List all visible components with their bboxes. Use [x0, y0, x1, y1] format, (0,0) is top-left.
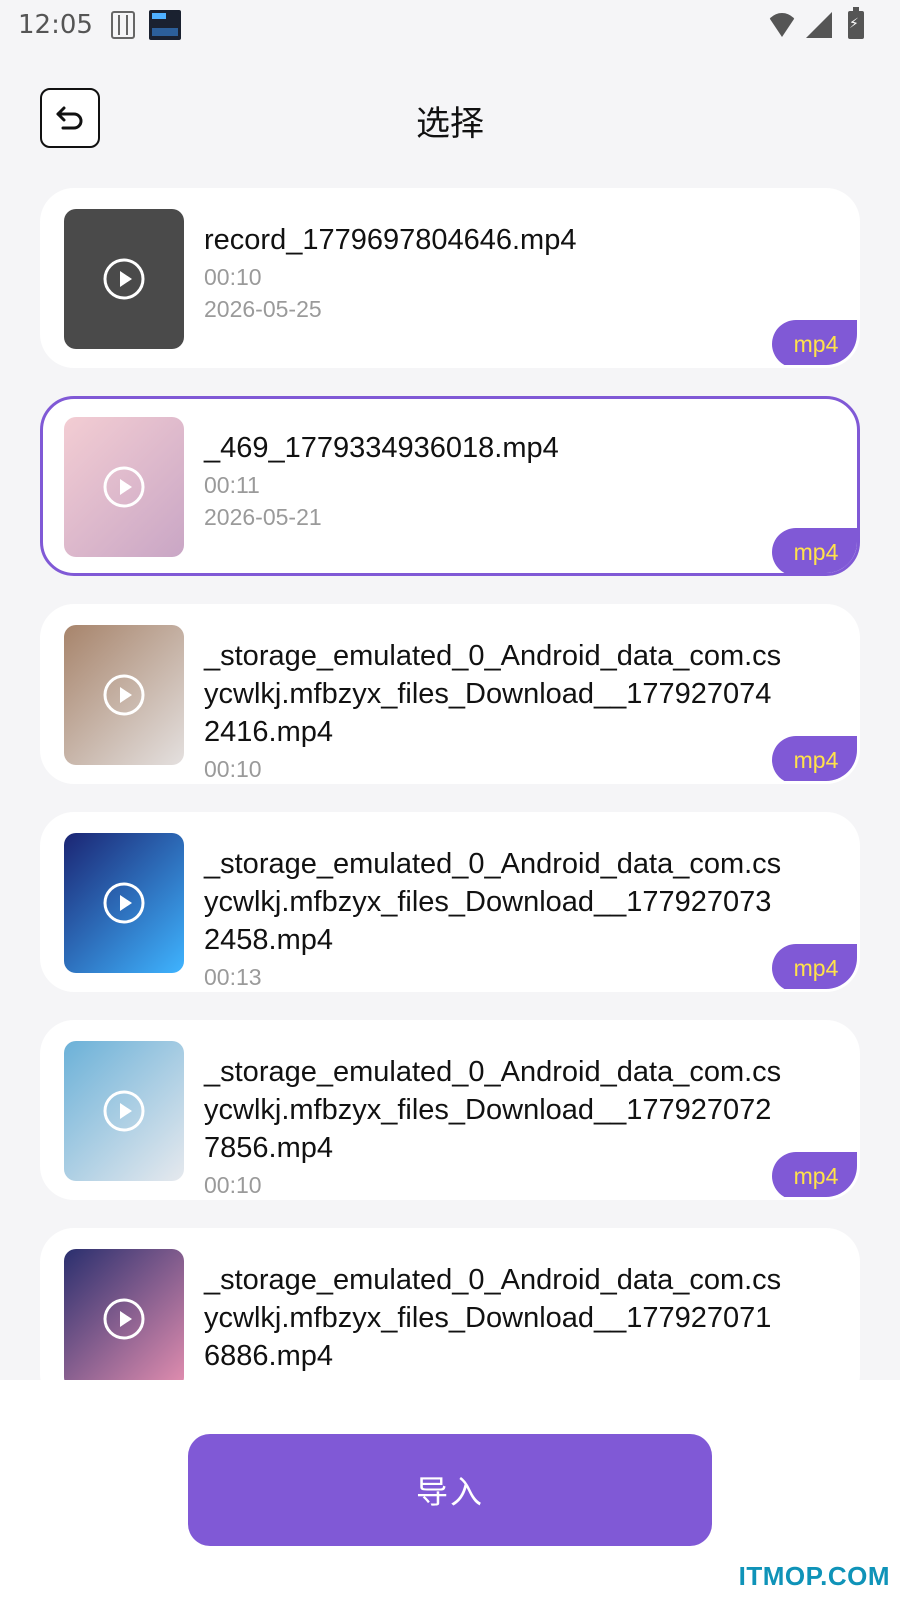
video-item[interactable]: _469_1779334936018.mp4 00:11 2026-05-21 mp4 [40, 396, 860, 576]
video-file-name: _storage_emulated_0_Android_data_com.csy… [204, 1264, 782, 1372]
video-duration: 00:10 [204, 756, 262, 782]
video-thumbnail [64, 625, 184, 765]
video-date: 2026-05-21 [204, 504, 322, 530]
video-file-name: _469_1779334936018.mp4 [204, 432, 559, 464]
video-file-name: record_1779697804646.mp4 [204, 224, 577, 256]
video-duration: 00:10 [204, 264, 262, 290]
play-icon [103, 1090, 145, 1132]
status-bar: 12:05 [0, 0, 900, 50]
video-item[interactable]: _storage_emulated_0_Android_data_com.csy… [40, 1020, 860, 1200]
video-thumbnail [64, 417, 184, 557]
bottom-bar: 导入 ITMOP.COM [0, 1380, 900, 1600]
video-thumbnail [64, 1249, 184, 1380]
page-title: 选择 [416, 104, 484, 144]
wifi-icon [766, 13, 798, 37]
video-file-name: _storage_emulated_0_Android_data_com.csy… [204, 640, 782, 748]
battery-charging-icon [848, 7, 864, 39]
system-icons [766, 7, 864, 39]
play-icon [103, 882, 145, 924]
sim-card-icon [110, 11, 135, 39]
video-file-name: _storage_emulated_0_Android_data_com.csy… [204, 1056, 782, 1164]
video-thumbnail [64, 1041, 184, 1181]
video-thumbnail [64, 833, 184, 973]
header: 选择 [0, 86, 900, 148]
video-item[interactable]: record_1779697804646.mp4 00:10 2026-05-25 m… [40, 188, 860, 368]
format-badge: mp4 [772, 736, 857, 781]
play-icon [103, 258, 145, 300]
format-badge: mp4 [772, 320, 857, 365]
video-item[interactable]: _storage_emulated_0_Android_data_com.csy… [40, 812, 860, 992]
watermark: ITMOP.COM [738, 1561, 890, 1591]
video-duration: 00:13 [204, 964, 262, 990]
video-thumbnail [64, 209, 184, 349]
video-list[interactable]: record_1779697804646.mp4 00:10 2026-05-25 m… [40, 188, 860, 1380]
play-icon [103, 1298, 145, 1340]
app-notification-icon [148, 10, 181, 40]
video-item[interactable]: _storage_emulated_0_Android_data_com.csy… [40, 1228, 860, 1380]
video-item[interactable]: _storage_emulated_0_Android_data_com.csy… [40, 604, 860, 784]
status-time: 12:05 [18, 10, 93, 40]
video-duration: 00:11 [204, 472, 260, 498]
notification-icons [110, 10, 181, 40]
video-duration: 00:10 [204, 1172, 262, 1198]
video-file-name: _storage_emulated_0_Android_data_com.csy… [204, 848, 782, 956]
play-icon [103, 674, 145, 716]
import-button[interactable]: 导入 [188, 1434, 712, 1546]
format-badge: mp4 [772, 1152, 857, 1197]
format-badge: mp4 [772, 944, 857, 989]
format-badge: mp4 [772, 528, 857, 573]
cell-signal-icon [806, 12, 832, 38]
video-date: 2026-05-25 [204, 296, 322, 322]
play-icon [103, 466, 145, 508]
